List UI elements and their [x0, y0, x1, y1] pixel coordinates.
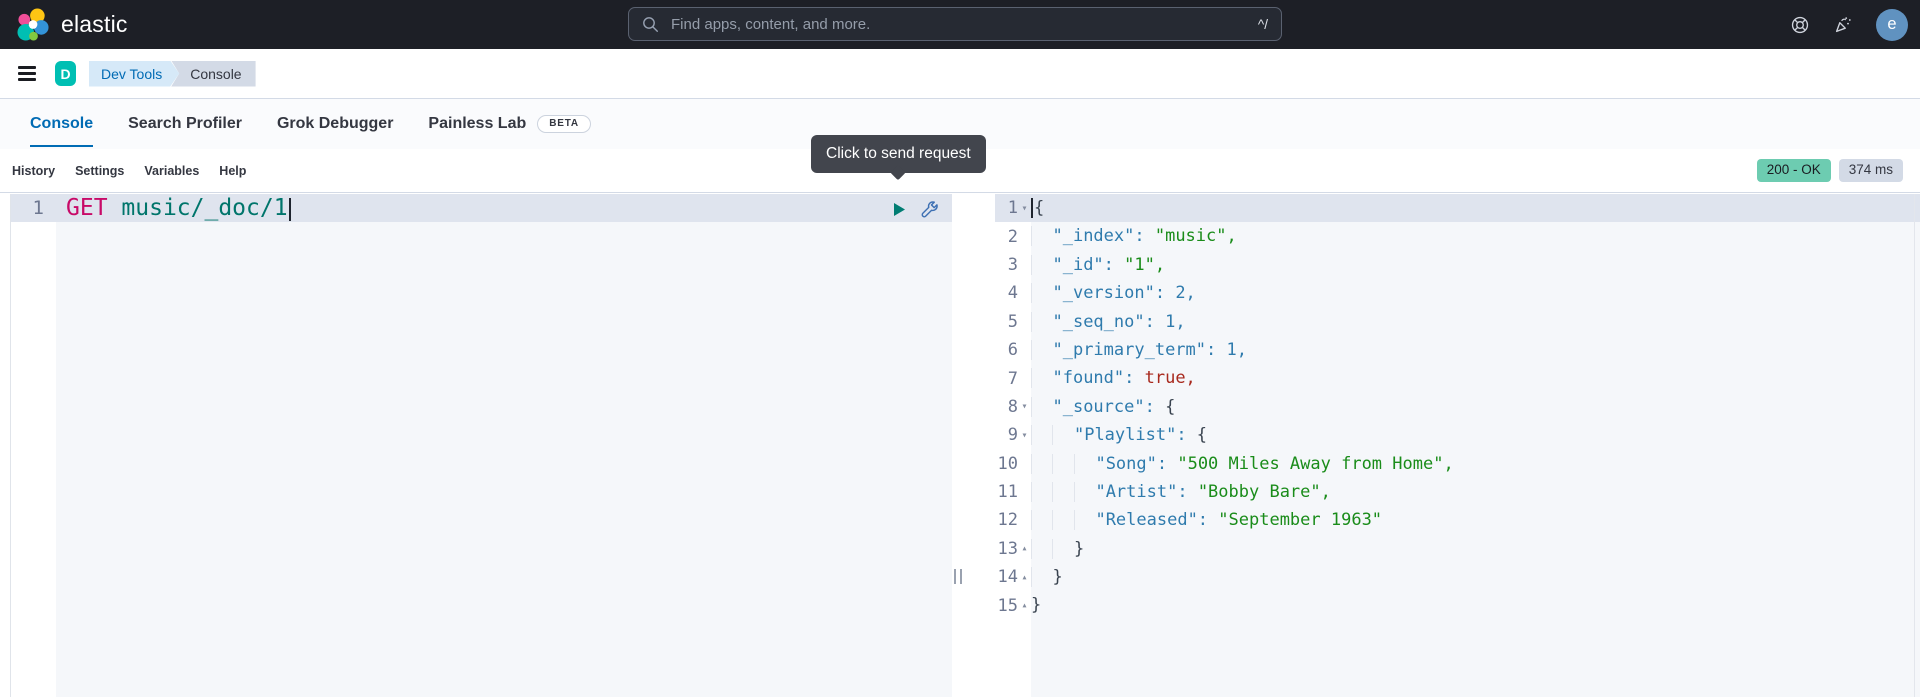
fold-toggle-icon[interactable]: ▾	[1018, 430, 1031, 441]
line-number: 7	[995, 364, 1031, 392]
time-badge: 374 ms	[1839, 159, 1903, 182]
line-number: 3	[995, 251, 1031, 279]
response-line: 11 "Artist": "Bobby Bare",	[995, 478, 1920, 506]
line-number: 4	[995, 279, 1031, 307]
response-line: 13▴ }	[995, 535, 1920, 563]
search-icon	[642, 16, 659, 33]
tab-painless-lab[interactable]: Painless Lab BETA	[428, 99, 591, 149]
line-number: 2	[995, 222, 1031, 250]
response-code: 1▾{2 "_index": "music",3 "_id": "1",4 "_…	[995, 194, 1920, 697]
search-shortcut-hint: ^/	[1258, 17, 1268, 32]
elastic-logo[interactable]: elastic	[17, 0, 128, 49]
response-line: 6 "_primary_term": 1,	[995, 336, 1920, 364]
send-request-play-icon[interactable]	[889, 199, 909, 219]
text-cursor	[289, 198, 291, 221]
line-number: 11	[995, 478, 1031, 506]
toolbar-settings[interactable]: Settings	[75, 164, 124, 178]
response-line: 4 "_version": 2,	[995, 279, 1920, 307]
text-cursor	[1031, 198, 1033, 218]
response-line: 10 "Song": "500 Miles Away from Home",	[995, 450, 1920, 478]
response-line: 9▾ "Playlist": {	[995, 421, 1920, 449]
tab-console[interactable]: Console	[30, 99, 93, 149]
line-number: 15▴	[995, 591, 1031, 619]
toolbar-help[interactable]: Help	[219, 164, 246, 178]
line-number: 6	[995, 336, 1031, 364]
line-number: 14▴	[995, 563, 1031, 591]
response-line: 12 "Released": "September 1963"	[995, 506, 1920, 534]
user-avatar[interactable]: e	[1876, 9, 1908, 41]
response-line: 3 "_id": "1",	[995, 251, 1920, 279]
line-number: 10	[995, 450, 1031, 478]
help-icon[interactable]	[1790, 15, 1810, 35]
response-line: 2 "_index": "music",	[995, 222, 1920, 250]
response-line: 8▾ "_source": {	[995, 393, 1920, 421]
request-actions	[889, 199, 939, 219]
response-line: 15▴}	[995, 591, 1920, 619]
tab-search-profiler[interactable]: Search Profiler	[128, 99, 242, 149]
tab-grok-debugger[interactable]: Grok Debugger	[277, 99, 393, 149]
deployment-badge[interactable]: D	[55, 61, 76, 86]
request-code[interactable]: GET music/_doc/1	[56, 194, 952, 222]
request-path: music/_doc/1	[121, 195, 287, 221]
console-workspace: 1 GET music/_doc/1 1▾{2 "_index":	[0, 192, 1920, 697]
response-line: 1▾{	[995, 194, 1920, 222]
toolbar-history[interactable]: History	[12, 164, 55, 178]
breadcrumb-dev-tools[interactable]: Dev Tools	[89, 61, 179, 87]
news-party-popper-icon[interactable]	[1833, 15, 1853, 35]
response-line: 14▴ }	[995, 563, 1920, 591]
fold-toggle-icon[interactable]: ▴	[1018, 543, 1031, 554]
send-request-tooltip: Click to send request	[811, 135, 986, 173]
fold-toggle-icon[interactable]: ▾	[1018, 401, 1031, 412]
response-status: 200 - OK 374 ms	[1757, 159, 1903, 182]
print-margin-line	[1914, 194, 1915, 697]
line-number: 9▾	[995, 421, 1031, 449]
line-number: 13▴	[995, 535, 1031, 563]
global-search[interactable]: ^/	[628, 7, 1282, 41]
pane-resize-handle[interactable]	[954, 569, 962, 584]
breadcrumb: Dev Tools Console	[89, 61, 256, 87]
request-options-wrench-icon[interactable]	[919, 199, 939, 219]
fold-toggle-icon[interactable]: ▾	[1018, 203, 1031, 214]
search-input[interactable]	[669, 15, 1248, 34]
line-number: 1▾	[995, 194, 1031, 222]
response-line: 5 "_seq_no": 1,	[995, 308, 1920, 336]
response-line: 7 "found": true,	[995, 364, 1920, 392]
breadcrumb-bar: D Dev Tools Console	[0, 49, 1920, 99]
kibana-dev-tools-console: elastic ^/	[0, 0, 1920, 697]
beta-badge: BETA	[537, 115, 591, 133]
line-number: 5	[995, 308, 1031, 336]
fold-toggle-icon[interactable]: ▴	[1018, 572, 1031, 583]
brand-name: elastic	[61, 11, 128, 38]
http-method: GET	[66, 195, 108, 221]
line-number: 1	[11, 194, 56, 222]
menu-toggle-icon[interactable]	[18, 66, 36, 81]
breadcrumb-console: Console	[171, 61, 255, 87]
global-header: elastic ^/	[0, 0, 1920, 49]
status-badge: 200 - OK	[1757, 159, 1831, 182]
request-line: 1 GET music/_doc/1	[11, 194, 952, 222]
fold-toggle-icon[interactable]: ▴	[1018, 600, 1031, 611]
header-actions: e	[1790, 0, 1908, 49]
elastic-logo-icon	[17, 8, 50, 41]
line-number: 12	[995, 506, 1031, 534]
line-number: 8▾	[995, 393, 1031, 421]
request-editor[interactable]: 1 GET music/_doc/1	[10, 194, 952, 697]
toolbar-variables[interactable]: Variables	[144, 164, 199, 178]
response-editor[interactable]: 1▾{2 "_index": "music",3 "_id": "1",4 "_…	[995, 194, 1920, 697]
